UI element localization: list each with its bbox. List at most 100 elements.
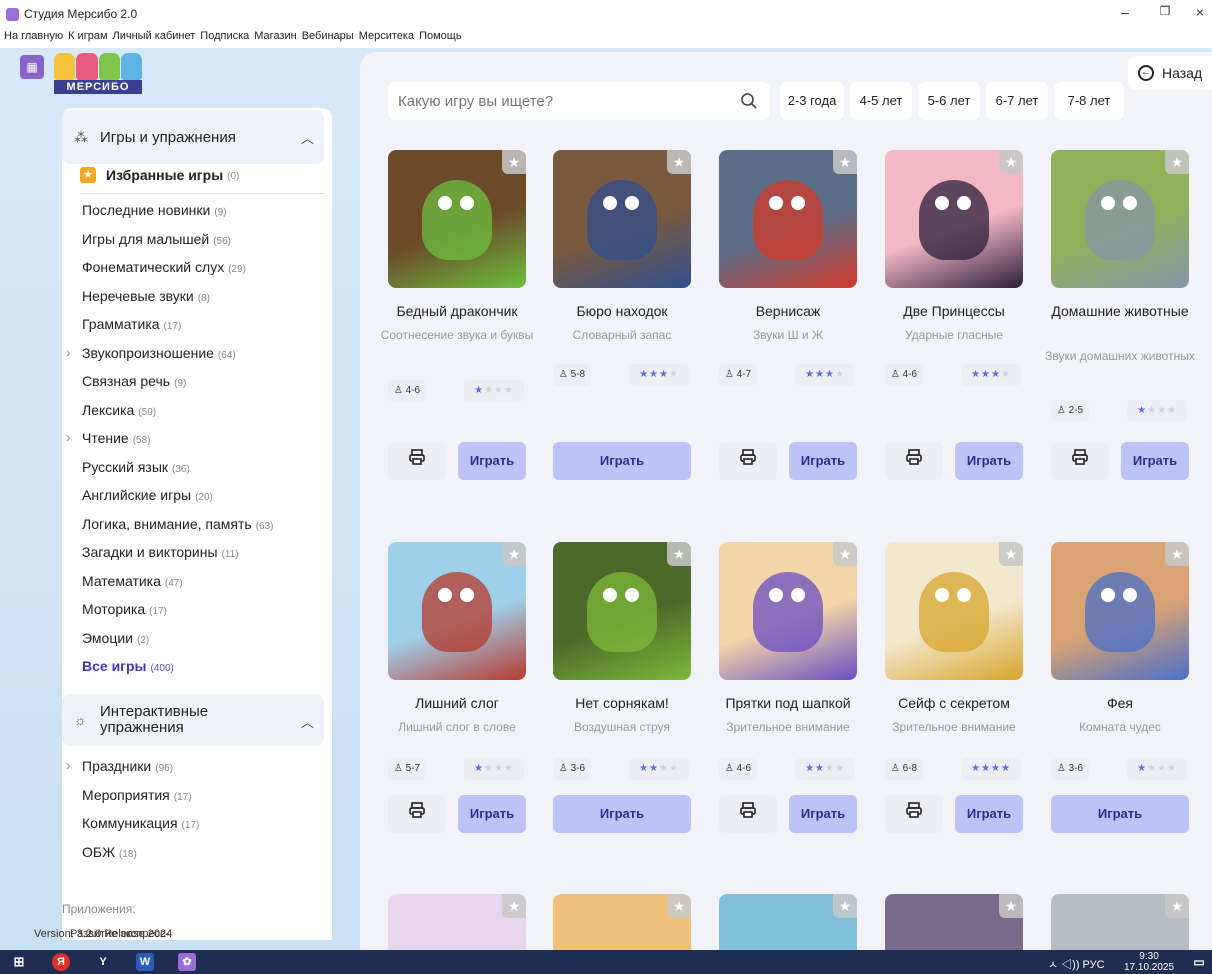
favorite-star-icon[interactable]: ★ <box>999 894 1023 918</box>
sidebar-item-count: (11) <box>221 549 239 560</box>
sidebar-item[interactable]: Неречевые звуки (8) <box>82 288 210 304</box>
word-icon[interactable]: W <box>136 953 154 971</box>
favorite-star-icon[interactable]: ★ <box>502 150 526 174</box>
system-tray[interactable]: ㅅ ◁)) РУС <box>1048 956 1105 972</box>
sidebar-item[interactable]: Английские игры (20) <box>82 487 213 503</box>
menu-item-games[interactable]: К играм <box>68 30 107 42</box>
play-button[interactable]: Играть <box>1051 795 1189 833</box>
search-icon[interactable] <box>740 92 758 110</box>
sidebar-item[interactable]: Звукопроизношение(64) <box>66 344 236 361</box>
clock[interactable]: 9:30 17.10.2025 <box>1124 951 1174 973</box>
favorite-star-icon[interactable]: ★ <box>667 894 691 918</box>
menu-item-shop[interactable]: Магазин <box>254 30 296 42</box>
sidebar-item[interactable]: Лексика (59) <box>82 402 156 418</box>
menu-item-home[interactable]: На главную <box>4 30 63 42</box>
sidebar-item[interactable]: Эмоции (2) <box>82 630 149 646</box>
print-button[interactable] <box>885 442 943 480</box>
play-button[interactable]: Играть <box>789 795 857 833</box>
sidebar-item[interactable]: Игры для малышей (56) <box>82 231 231 247</box>
game-title: Лишний слог <box>415 695 499 711</box>
menu-item-subscription[interactable]: Подписка <box>200 30 249 42</box>
play-button[interactable]: Играть <box>1121 442 1189 480</box>
mersibo-taskbar-icon[interactable]: ✿ <box>178 953 196 971</box>
sidebar-item[interactable]: Чтение(58) <box>66 429 150 446</box>
favorite-star-icon[interactable]: ★ <box>1165 542 1189 566</box>
age-badge: ♙ 4-7 <box>719 364 757 386</box>
play-button[interactable]: Играть <box>553 442 691 480</box>
print-button[interactable] <box>388 795 446 833</box>
age-filter-7-8[interactable]: 7-8 лет <box>1054 82 1124 120</box>
rating-star-icon: ★ <box>503 385 514 396</box>
windows-start-icon[interactable]: ⊞ <box>10 953 28 971</box>
back-button[interactable]: ← Назад <box>1128 56 1212 90</box>
print-button[interactable] <box>719 442 777 480</box>
sidebar-item[interactable]: ОБЖ (18) <box>82 844 137 860</box>
game-thumbnail[interactable]: ★ <box>885 894 1023 950</box>
age-filter-2-3[interactable]: 2-3 года <box>780 82 844 120</box>
sidebar-item[interactable]: Русский язык (36) <box>82 459 190 475</box>
play-button[interactable]: Играть <box>458 442 526 480</box>
rating-star-icon: ★ <box>649 369 659 380</box>
calendar-icon[interactable]: ▦ <box>20 55 44 79</box>
yandex-icon[interactable]: Я <box>52 953 70 971</box>
sidebar-item[interactable]: Загадки и викторины (11) <box>82 544 239 560</box>
sidebar-item[interactable]: Логика, внимание, память (63) <box>82 516 274 532</box>
sidebar-item[interactable]: Грамматика (17) <box>82 316 181 332</box>
print-button[interactable] <box>719 795 777 833</box>
minimize-button[interactable]: – <box>1110 4 1140 20</box>
age-filter-6-7[interactable]: 6-7 лет <box>986 82 1048 120</box>
sidebar-item-favorites[interactable]: ★ Избранные игры (0) <box>80 166 325 194</box>
favorite-star-icon[interactable]: ★ <box>1165 150 1189 174</box>
age-filter-4-5[interactable]: 4-5 лет <box>850 82 912 120</box>
favorite-star-icon[interactable]: ★ <box>667 542 691 566</box>
menu-item-webinars[interactable]: Вебинары <box>302 30 354 42</box>
restore-button[interactable]: ❐ <box>1150 4 1180 18</box>
sidebar-item[interactable]: Праздники(96) <box>66 757 173 774</box>
rating-star-icon: ★ <box>668 763 679 774</box>
favorite-star-icon[interactable]: ★ <box>1165 894 1189 918</box>
favorite-star-icon[interactable]: ★ <box>833 542 857 566</box>
game-thumbnail[interactable]: ★ <box>719 894 857 950</box>
sidebar-item[interactable]: Все игры (400) <box>82 658 174 674</box>
print-button[interactable] <box>388 442 446 480</box>
yandex-browser-icon[interactable]: Y <box>94 953 112 971</box>
favorite-star-icon[interactable]: ★ <box>667 150 691 174</box>
sidebar-item-count: (29) <box>228 264 246 275</box>
menu-item-help[interactable]: Помощь <box>419 30 462 42</box>
chevron-up-icon[interactable]: ︿ <box>301 712 314 731</box>
sidebar-item[interactable]: Фонематический слух (29) <box>82 259 246 275</box>
age-filter-5-6[interactable]: 5-6 лет <box>918 82 980 120</box>
section-games-header[interactable]: ⁂ Игры и упражнения ︿ <box>62 110 324 164</box>
print-button[interactable] <box>885 795 943 833</box>
notifications-icon[interactable]: ▭ <box>1190 953 1208 971</box>
play-button[interactable]: Играть <box>458 795 526 833</box>
print-button[interactable] <box>1051 442 1109 480</box>
mersibo-logo[interactable]: МЕРСИБО <box>54 53 142 95</box>
close-button[interactable]: × <box>1188 4 1212 20</box>
play-button[interactable]: Играть <box>955 442 1023 480</box>
sidebar-item[interactable]: Последние новинки (9) <box>82 202 227 218</box>
sidebar-item-count: (9) <box>214 207 227 218</box>
play-button[interactable]: Играть <box>789 442 857 480</box>
game-thumbnail[interactable]: ★ <box>388 894 526 950</box>
play-button[interactable]: Играть <box>955 795 1023 833</box>
favorite-star-icon[interactable]: ★ <box>502 894 526 918</box>
game-thumbnail[interactable]: ★ <box>1051 894 1189 950</box>
chevron-up-icon[interactable]: ︿ <box>301 128 314 147</box>
menu-item-account[interactable]: Личный кабинет <box>113 30 196 42</box>
sidebar-item[interactable]: Мероприятия (17) <box>82 787 192 803</box>
sidebar-item[interactable]: Коммуникация (17) <box>82 815 199 831</box>
section-interactive-header[interactable]: ☼ Интерактивные упражнения ︿ <box>62 694 324 746</box>
favorite-star-icon[interactable]: ★ <box>833 150 857 174</box>
search-input[interactable] <box>388 82 770 120</box>
menu-item-library[interactable]: Мерситека <box>359 30 414 42</box>
sidebar-item[interactable]: Математика (47) <box>82 573 183 589</box>
game-thumbnail[interactable]: ★ <box>553 894 691 950</box>
favorite-star-icon[interactable]: ★ <box>999 542 1023 566</box>
sidebar-item[interactable]: Моторика (17) <box>82 601 167 617</box>
sidebar-item[interactable]: Связная речь (9) <box>82 373 186 389</box>
favorite-star-icon[interactable]: ★ <box>833 894 857 918</box>
favorite-star-icon[interactable]: ★ <box>502 542 526 566</box>
favorite-star-icon[interactable]: ★ <box>999 150 1023 174</box>
play-button[interactable]: Играть <box>553 795 691 833</box>
